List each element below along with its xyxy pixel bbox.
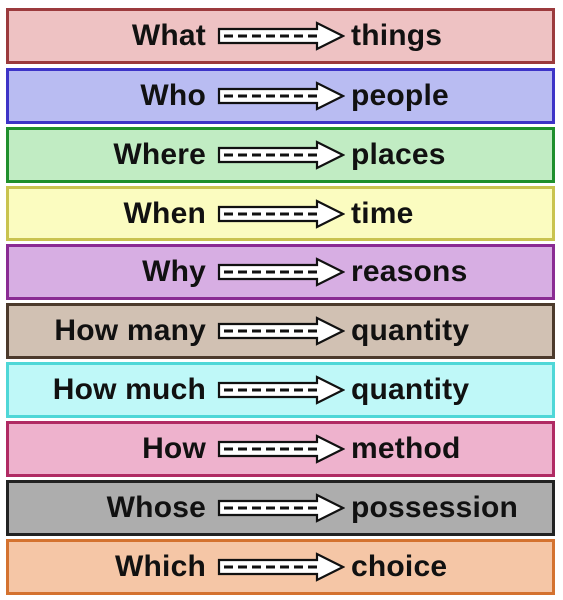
answer-word: quantity [351, 373, 470, 406]
row-how-many: How many quantity [6, 303, 555, 359]
arrow-icon [217, 198, 345, 229]
question-word: Why [142, 255, 206, 288]
question-word: Where [113, 138, 206, 171]
arrow-icon [217, 493, 345, 523]
arrow-icon [217, 257, 345, 287]
arrow-icon [217, 316, 345, 346]
arrow-icon [217, 81, 345, 111]
answer-word: method [351, 432, 461, 465]
answer-word: choice [351, 550, 448, 583]
row-what: What things [6, 8, 555, 64]
question-word: How [142, 432, 206, 465]
arrow-icon [217, 21, 345, 51]
arrow-icon [217, 434, 345, 464]
row-which: Which choice [6, 539, 555, 595]
row-how: How method [6, 421, 555, 477]
answer-word: reasons [351, 255, 468, 288]
row-who: Who people [6, 68, 555, 124]
question-word: How many [54, 314, 206, 347]
row-where: Where places [6, 127, 555, 183]
question-word: When [123, 196, 206, 230]
answer-word: things [351, 19, 443, 52]
answer-word: places [351, 138, 446, 171]
row-how-much: How much quantity [6, 362, 555, 418]
arrow-icon [217, 552, 345, 582]
arrow-icon [217, 375, 345, 405]
answer-word: people [351, 79, 449, 112]
answer-word: time [351, 196, 414, 230]
question-word: Who [140, 79, 206, 112]
arrow-icon [217, 140, 345, 170]
question-word: Which [115, 550, 206, 583]
row-whose: Whose possession [6, 480, 555, 536]
answer-word: possession [351, 491, 519, 524]
row-when: When time [6, 186, 555, 241]
question-word: How much [52, 373, 206, 406]
question-word: Whose [106, 491, 206, 524]
row-why: Why reasons [6, 244, 555, 300]
question-word: What [131, 19, 206, 52]
answer-word: quantity [351, 314, 470, 347]
